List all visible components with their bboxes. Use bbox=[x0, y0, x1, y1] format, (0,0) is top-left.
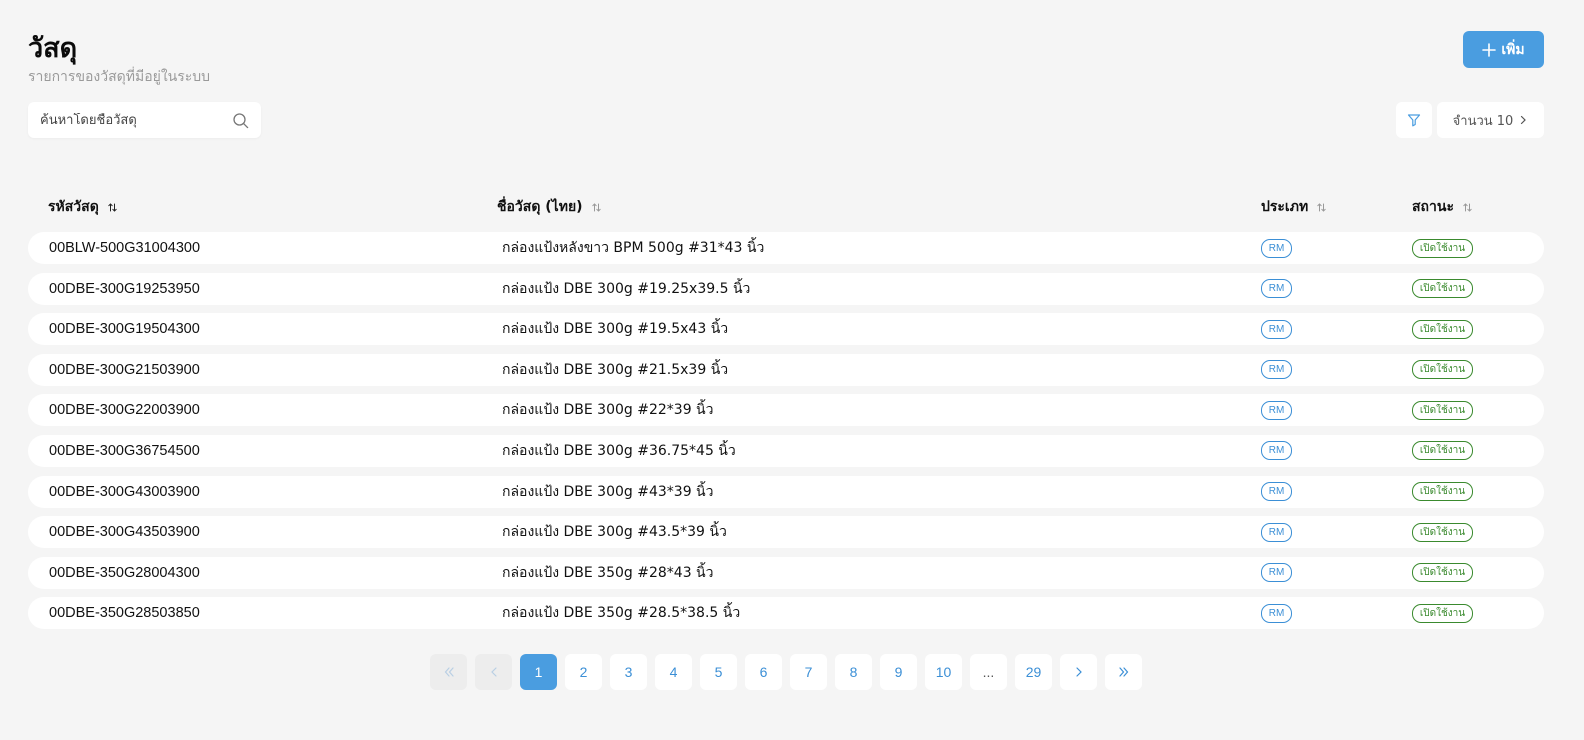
table-header: รหัสวัสดุ ชื่อวัสดุ (ไทย) ประเภท สถานะ bbox=[28, 196, 1544, 220]
page-button[interactable]: 3 bbox=[610, 654, 647, 690]
search-box[interactable] bbox=[28, 102, 261, 138]
material-code: 00DBE-300G21503900 bbox=[49, 361, 200, 378]
sort-icon[interactable] bbox=[1462, 202, 1473, 213]
page-button[interactable]: 7 bbox=[790, 654, 827, 690]
add-button[interactable]: เพิ่ม bbox=[1463, 31, 1544, 68]
column-header-label: ชื่อวัสดุ (ไทย) bbox=[497, 199, 583, 215]
status-badge: เปิดใช้งาน bbox=[1412, 319, 1473, 339]
type-badge: RM bbox=[1261, 563, 1292, 583]
filter-icon bbox=[1407, 114, 1421, 127]
material-name: กล่องแป้ง DBE 300g #36.75*45 นิ้ว bbox=[502, 442, 736, 459]
status-badge: เปิดใช้งาน bbox=[1412, 603, 1473, 623]
type-badge: RM bbox=[1261, 238, 1292, 258]
page-button[interactable]: 29 bbox=[1015, 654, 1052, 690]
column-header-name[interactable]: ชื่อวัสดุ (ไทย) bbox=[497, 196, 602, 218]
column-header-label: รหัสวัสดุ bbox=[48, 199, 99, 215]
last-page-button[interactable] bbox=[1105, 654, 1142, 690]
type-badge: RM bbox=[1261, 522, 1292, 542]
type-badge: RM bbox=[1261, 441, 1292, 461]
table-row[interactable]: 00DBE-350G28503850 กล่องแป้ง DBE 350g #2… bbox=[28, 597, 1544, 630]
table-body: 00BLW-500G31004300 กล่องแป้งหลังขาว BPM … bbox=[28, 232, 1544, 638]
material-name: กล่องแป้ง DBE 300g #43.5*39 นิ้ว bbox=[502, 524, 727, 541]
material-code: 00DBE-350G28004300 bbox=[49, 564, 200, 581]
material-code: 00DBE-350G28503850 bbox=[49, 605, 200, 622]
status-badge: เปิดใช้งาน bbox=[1412, 360, 1473, 380]
table-row[interactable]: 00DBE-300G43503900 กล่องแป้ง DBE 300g #4… bbox=[28, 516, 1544, 549]
type-badge: RM bbox=[1261, 319, 1292, 339]
page-ellipsis[interactable]: ... bbox=[970, 654, 1007, 690]
sort-icon[interactable] bbox=[1316, 202, 1327, 213]
table-row[interactable]: 00DBE-300G43003900 กล่องแป้ง DBE 300g #4… bbox=[28, 475, 1544, 508]
search-input[interactable] bbox=[40, 112, 232, 128]
filter-button[interactable] bbox=[1396, 102, 1432, 138]
chevron-left-icon bbox=[490, 667, 497, 677]
column-header-status[interactable]: สถานะ bbox=[1412, 196, 1473, 218]
table-row[interactable]: 00DBE-300G22003900 กล่องแป้ง DBE 300g #2… bbox=[28, 394, 1544, 427]
material-name: กล่องแป้ง DBE 300g #21.5x39 นิ้ว bbox=[502, 361, 729, 378]
add-button-label: เพิ่ม bbox=[1501, 41, 1525, 58]
double-chevron-right-icon bbox=[1118, 667, 1128, 677]
material-name: กล่องแป้งหลังขาว BPM 500g #31*43 นิ้ว bbox=[502, 240, 765, 256]
pagination: 1 2 3 4 5 6 7 8 9 10 ... 29 bbox=[430, 654, 1142, 690]
type-badge: RM bbox=[1261, 603, 1292, 623]
sort-icon[interactable] bbox=[591, 202, 602, 213]
first-page-button[interactable] bbox=[430, 654, 467, 690]
material-code: 00DBE-300G43503900 bbox=[49, 524, 200, 541]
table-row[interactable]: 00DBE-300G21503900 กล่องแป้ง DBE 300g #2… bbox=[28, 353, 1544, 386]
material-code: 00BLW-500G31004300 bbox=[49, 240, 201, 256]
sort-icon[interactable] bbox=[107, 202, 118, 213]
material-code: 00DBE-300G36754500 bbox=[49, 442, 200, 459]
material-name: กล่องแป้ง DBE 300g #43*39 นิ้ว bbox=[502, 483, 714, 500]
type-badge: RM bbox=[1261, 279, 1292, 299]
search-icon[interactable] bbox=[232, 112, 249, 129]
page-button[interactable]: 5 bbox=[700, 654, 737, 690]
type-badge: RM bbox=[1261, 360, 1292, 380]
page-button[interactable]: 1 bbox=[520, 654, 557, 690]
material-name: กล่องแป้ง DBE 300g #19.25x39.5 นิ้ว bbox=[502, 280, 751, 297]
page-button[interactable]: 9 bbox=[880, 654, 917, 690]
table-row[interactable]: 00BLW-500G31004300 กล่องแป้งหลังขาว BPM … bbox=[28, 232, 1544, 264]
material-code: 00DBE-300G22003900 bbox=[49, 402, 200, 419]
status-badge: เปิดใช้งาน bbox=[1412, 482, 1473, 502]
status-badge: เปิดใช้งาน bbox=[1412, 400, 1473, 420]
type-badge: RM bbox=[1261, 482, 1292, 502]
plus-icon bbox=[1482, 42, 1497, 57]
column-header-label: ประเภท bbox=[1261, 199, 1309, 215]
material-name: กล่องแป้ง DBE 300g #19.5x43 นิ้ว bbox=[502, 321, 729, 338]
material-name: กล่องแป้ง DBE 300g #22*39 นิ้ว bbox=[502, 402, 714, 419]
table-row[interactable]: 00DBE-300G19253950 กล่องแป้ง DBE 300g #1… bbox=[28, 272, 1544, 305]
status-badge: เปิดใช้งาน bbox=[1412, 238, 1473, 258]
type-badge: RM bbox=[1261, 400, 1292, 420]
page-button[interactable]: 10 bbox=[925, 654, 962, 690]
page-button[interactable]: 2 bbox=[565, 654, 602, 690]
material-code: 00DBE-300G19253950 bbox=[49, 280, 200, 297]
status-badge: เปิดใช้งาน bbox=[1412, 441, 1473, 461]
next-page-button[interactable] bbox=[1060, 654, 1097, 690]
status-badge: เปิดใช้งาน bbox=[1412, 279, 1473, 299]
page-size-label: จำนวน 10 bbox=[1452, 113, 1514, 129]
table-row[interactable]: 00DBE-300G36754500 กล่องแป้ง DBE 300g #3… bbox=[28, 434, 1544, 467]
status-badge: เปิดใช้งาน bbox=[1412, 522, 1473, 542]
chevron-right-icon bbox=[1075, 667, 1082, 677]
page-subtitle: รายการของวัสดุที่มีอยู่ในระบบ bbox=[28, 69, 211, 85]
page-button[interactable]: 8 bbox=[835, 654, 872, 690]
material-name: กล่องแป้ง DBE 350g #28.5*38.5 นิ้ว bbox=[502, 605, 741, 622]
double-chevron-left-icon bbox=[444, 667, 454, 677]
column-header-code[interactable]: รหัสวัสดุ bbox=[48, 196, 118, 218]
material-code: 00DBE-300G43003900 bbox=[49, 483, 200, 500]
page-size-button[interactable]: จำนวน 10 bbox=[1437, 102, 1544, 138]
page-button[interactable]: 4 bbox=[655, 654, 692, 690]
material-code: 00DBE-300G19504300 bbox=[49, 321, 200, 338]
table-row[interactable]: 00DBE-300G19504300 กล่องแป้ง DBE 300g #1… bbox=[28, 313, 1544, 346]
prev-page-button[interactable] bbox=[475, 654, 512, 690]
chevron-right-icon bbox=[1521, 115, 1527, 125]
page-button[interactable]: 6 bbox=[745, 654, 782, 690]
table-row[interactable]: 00DBE-350G28004300 กล่องแป้ง DBE 350g #2… bbox=[28, 556, 1544, 589]
status-badge: เปิดใช้งาน bbox=[1412, 563, 1473, 583]
page-title: วัสดุ bbox=[28, 33, 78, 64]
material-name: กล่องแป้ง DBE 350g #28*43 นิ้ว bbox=[502, 564, 714, 581]
column-header-type[interactable]: ประเภท bbox=[1261, 196, 1327, 218]
column-header-label: สถานะ bbox=[1412, 199, 1454, 215]
